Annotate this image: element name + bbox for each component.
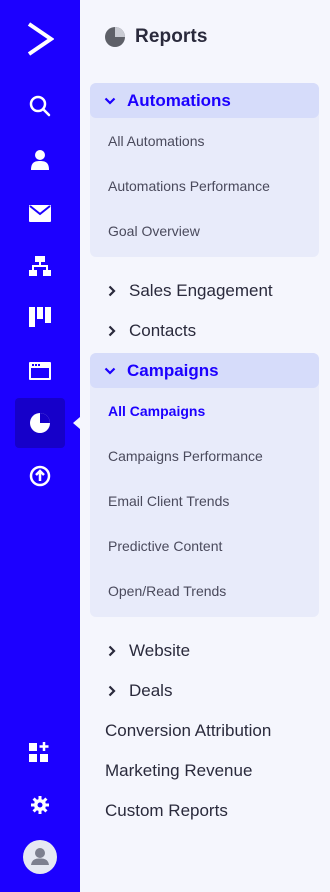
nav-profile[interactable]	[15, 832, 65, 882]
envelope-icon	[29, 204, 51, 222]
browser-window-icon	[29, 362, 51, 380]
panel-header: Reports	[104, 26, 208, 48]
reports-panel: Reports Automations All Automations Auto…	[80, 0, 330, 892]
nav-apps[interactable]	[15, 727, 65, 777]
menu-item-goal-overview[interactable]: Goal Overview	[90, 208, 319, 253]
link-custom-reports[interactable]: Custom Reports	[105, 799, 228, 823]
chevron-down-icon	[104, 367, 116, 375]
avatar-icon	[23, 840, 57, 874]
apps-add-icon	[29, 742, 49, 762]
pie-chart-icon	[105, 27, 125, 47]
menu-item-all-automations[interactable]: All Automations	[90, 118, 319, 163]
contacts-label: Contacts	[129, 321, 197, 340]
nav-search[interactable]	[15, 81, 65, 131]
campaigns-label: Campaigns	[127, 360, 219, 380]
chevron-down-icon	[104, 97, 116, 105]
automation-flow-icon	[29, 256, 51, 276]
nav-website[interactable]	[15, 346, 65, 396]
menu-item-open-read-trends[interactable]: Open/Read Trends	[90, 568, 319, 613]
campaigns-group: Campaigns All Campaigns Campaigns Perfor…	[90, 353, 319, 617]
menu-item-email-client-trends[interactable]: Email Client Trends	[90, 478, 319, 523]
menu-item-all-campaigns[interactable]: All Campaigns	[90, 388, 319, 433]
nav-settings[interactable]	[15, 780, 65, 830]
person-icon	[31, 150, 49, 170]
gear-icon	[31, 796, 49, 814]
nav-campaigns-email[interactable]	[15, 188, 65, 238]
menu-item-automations-performance[interactable]: Automations Performance	[90, 163, 319, 208]
deals-toggle[interactable]: Deals	[106, 679, 172, 703]
menu-item-predictive-content[interactable]: Predictive Content	[90, 523, 319, 568]
pie-chart-icon	[30, 413, 50, 433]
sales-engagement-toggle[interactable]: Sales Engagement	[106, 279, 273, 303]
nav-contacts[interactable]	[15, 135, 65, 185]
campaigns-toggle[interactable]: Campaigns	[90, 353, 319, 388]
automations-label: Automations	[127, 90, 231, 110]
sales-engagement-label: Sales Engagement	[129, 281, 273, 300]
deals-label: Deals	[129, 681, 173, 700]
logo-icon[interactable]	[15, 14, 65, 64]
chevron-right-icon	[108, 685, 116, 697]
search-icon	[29, 95, 51, 117]
chevron-right-icon	[108, 645, 116, 657]
chevron-right-icon	[108, 285, 116, 297]
nav-upgrade[interactable]	[15, 451, 65, 501]
contacts-toggle[interactable]: Contacts	[106, 319, 196, 343]
link-marketing-revenue[interactable]: Marketing Revenue	[105, 759, 252, 783]
menu-item-campaigns-performance[interactable]: Campaigns Performance	[90, 433, 319, 478]
kanban-board-icon	[29, 307, 51, 327]
website-label: Website	[129, 641, 191, 660]
website-toggle[interactable]: Website	[106, 639, 190, 663]
arrow-up-circle-icon	[29, 465, 51, 487]
main-nav-rail	[0, 0, 80, 892]
automations-toggle[interactable]: Automations	[90, 83, 319, 118]
page-title: Reports	[135, 26, 208, 47]
nav-deals[interactable]	[15, 292, 65, 342]
nav-automations[interactable]	[15, 241, 65, 291]
chevron-right-icon	[108, 325, 116, 337]
active-indicator-notch	[73, 417, 80, 429]
link-conversion-attribution[interactable]: Conversion Attribution	[105, 719, 271, 743]
automations-group: Automations All Automations Automations …	[90, 83, 319, 257]
nav-reports[interactable]	[15, 398, 65, 448]
